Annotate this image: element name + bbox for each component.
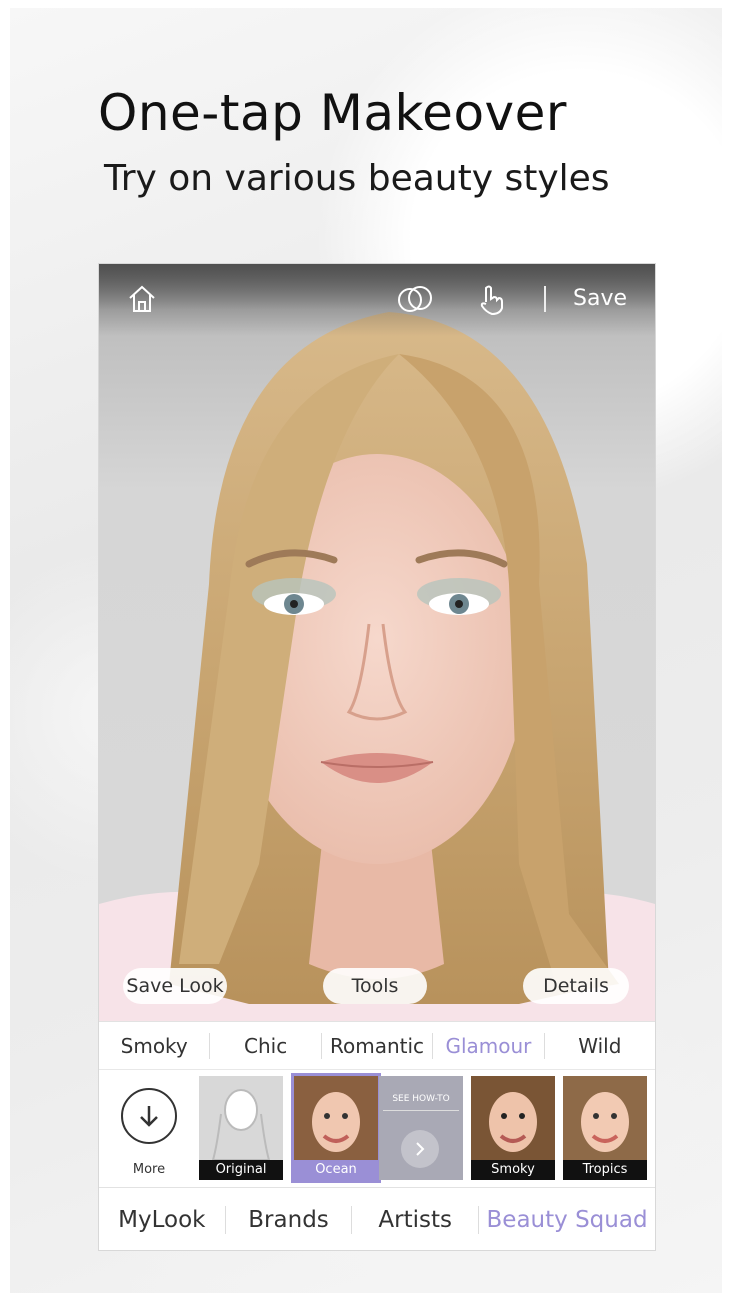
- tab-glamour[interactable]: Glamour: [433, 1034, 543, 1058]
- app-screen: Save Save Look Tools Details Smoky Chic …: [98, 263, 656, 1251]
- nav-mylook[interactable]: MyLook: [99, 1207, 225, 1233]
- look-label: Ocean: [294, 1160, 378, 1180]
- tab-chic[interactable]: Chic: [210, 1034, 320, 1058]
- face-thumbnail: [563, 1076, 647, 1160]
- style-category-tabs: Smoky Chic Romantic Glamour Wild: [99, 1021, 655, 1070]
- more-label: More: [132, 1162, 166, 1177]
- look-label: Tropics: [563, 1160, 647, 1180]
- see-how-to-rule: [383, 1110, 459, 1111]
- topbar-divider: [544, 286, 546, 312]
- download-arrow-icon: [140, 1106, 158, 1127]
- silhouette-icon: [211, 1089, 271, 1161]
- save-button[interactable]: Save: [573, 286, 627, 311]
- promo-title: One-tap Makeover: [98, 84, 567, 142]
- editor-top-bar: Save: [99, 264, 655, 336]
- look-label: Original: [199, 1160, 283, 1180]
- touch-icon[interactable]: [474, 282, 508, 316]
- look-thumb-ocean[interactable]: Ocean: [291, 1073, 381, 1183]
- nav-artists[interactable]: Artists: [352, 1207, 478, 1233]
- nav-brands[interactable]: Brands: [226, 1207, 352, 1233]
- face-thumbnail: [294, 1076, 378, 1160]
- bottom-navigation: MyLook Brands Artists Beauty Squad: [99, 1187, 655, 1250]
- tools-button[interactable]: Tools: [323, 968, 427, 1004]
- look-thumb-tropics[interactable]: Tropics: [563, 1076, 647, 1180]
- tab-wild[interactable]: Wild: [545, 1034, 655, 1058]
- nav-beauty-squad[interactable]: Beauty Squad: [479, 1207, 655, 1233]
- portrait-illustration: [99, 312, 655, 1021]
- play-how-to-icon: [401, 1130, 439, 1168]
- face-thumbnail: [471, 1076, 555, 1160]
- look-thumb-see-how-to[interactable]: SEE HOW-TO: [379, 1076, 463, 1180]
- look-label: Smoky: [471, 1160, 555, 1180]
- look-thumb-smoky[interactable]: Smoky: [471, 1076, 555, 1180]
- promo-subtitle: Try on various beauty styles: [104, 158, 610, 199]
- save-look-button[interactable]: Save Look: [123, 968, 227, 1004]
- home-icon[interactable]: [125, 282, 159, 316]
- tab-smoky[interactable]: Smoky: [99, 1034, 209, 1058]
- look-thumb-original[interactable]: Original: [199, 1076, 283, 1180]
- details-button[interactable]: Details: [523, 968, 629, 1004]
- compare-icon[interactable]: [395, 282, 432, 316]
- tab-romantic[interactable]: Romantic: [322, 1034, 432, 1058]
- more-looks-button[interactable]: [121, 1088, 177, 1144]
- face-photo: Save Save Look Tools Details: [99, 264, 655, 1021]
- see-how-to-label: SEE HOW-TO: [392, 1094, 450, 1104]
- looks-strip: More Original Ocean SEE HOW-TO Smoky Tro…: [99, 1069, 655, 1188]
